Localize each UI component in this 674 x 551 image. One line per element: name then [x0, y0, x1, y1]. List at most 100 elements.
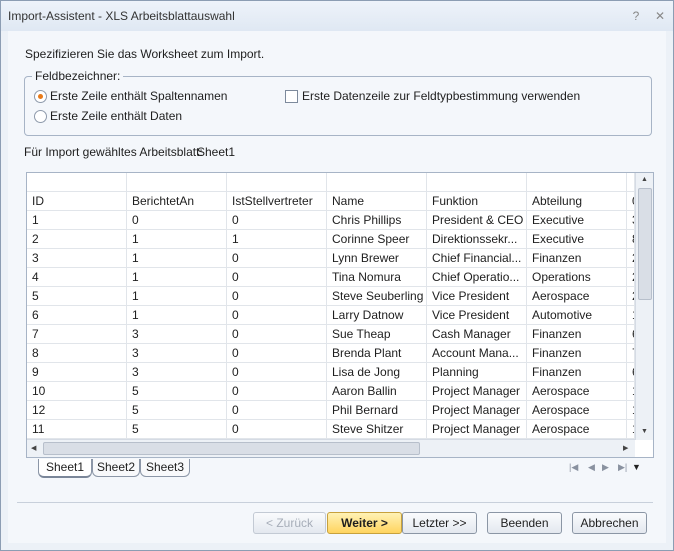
previous-sheet-icon[interactable]: ◀	[588, 462, 595, 473]
tab-sheet2[interactable]: Sheet2	[92, 459, 140, 477]
grid-cell: President & CEO	[427, 211, 527, 230]
column-header: Abteilung	[527, 192, 627, 211]
table-row[interactable]: 5 1 0 Steve Seuberling Vice President Aerospa…	[27, 287, 635, 306]
grid-cell: 1	[127, 230, 227, 249]
back-button[interactable]: < Zurück	[253, 512, 326, 534]
grid-cell: 6	[627, 325, 635, 344]
grid-cell: 0	[227, 325, 327, 344]
grid-cell: Steve Shitzer	[327, 420, 427, 439]
grid-cell: Cash Manager	[427, 325, 527, 344]
radio-first-row-data[interactable]	[34, 110, 47, 123]
table-row[interactable]: 12 5 0 Phil Bernard Project Manager Aerospace…	[27, 401, 635, 420]
grid-cell: 8	[627, 230, 635, 249]
radio-first-row-headers-label[interactable]: Erste Zeile enthält Spaltennamen	[50, 89, 227, 103]
grid-cell	[227, 173, 327, 192]
grid-cell: Planning	[427, 363, 527, 382]
grid-cell: Sue Theap	[327, 325, 427, 344]
grid-cell: 0	[227, 382, 327, 401]
next-button[interactable]: Weiter >	[327, 512, 402, 534]
field-names-group	[24, 76, 652, 136]
grid-cell: 0	[127, 211, 227, 230]
grid-cell: 4	[27, 268, 127, 287]
grid-cell: Chief Financial...	[427, 249, 527, 268]
column-header: ID	[27, 192, 127, 211]
grid-cell: 9	[27, 363, 127, 382]
scroll-right-icon[interactable]: ▶	[623, 444, 628, 452]
grid-cell: Executive	[527, 230, 627, 249]
close-icon[interactable]: ✕	[652, 8, 668, 24]
grid-cell: 0	[227, 268, 327, 287]
grid-cell: 1	[627, 306, 635, 325]
grid-cell: Chris Phillips	[327, 211, 427, 230]
grid-cell	[327, 173, 427, 192]
table-row[interactable]: 2 1 1 Corinne Speer Direktionssekr... Executi…	[27, 230, 635, 249]
grid-cell: 3	[127, 325, 227, 344]
table-row[interactable]: 3 1 0 Lynn Brewer Chief Financial... Finanzen…	[27, 249, 635, 268]
table-row[interactable]: 4 1 0 Tina Nomura Chief Operatio... Operation…	[27, 268, 635, 287]
grid-cell: Larry Datnow	[327, 306, 427, 325]
grid-cell: Lisa de Jong	[327, 363, 427, 382]
table-row[interactable]: 610Larry DatnowVice PresidentAutomotive1	[27, 306, 635, 325]
grid-cell: Aaron Ballin	[327, 382, 427, 401]
tab-sheet3[interactable]: Sheet3	[140, 459, 190, 477]
scroll-left-icon[interactable]: ◀	[31, 444, 36, 452]
grid-cell: Finanzen	[527, 325, 627, 344]
sheet-list-icon[interactable]: ▼	[632, 462, 641, 472]
horizontal-scroll-thumb[interactable]	[43, 442, 420, 455]
radio-first-row-headers[interactable]	[34, 90, 47, 103]
grid-cell: 0	[227, 344, 327, 363]
help-icon[interactable]: ?	[628, 8, 644, 24]
grid-cell	[427, 173, 527, 192]
grid-cell: 2	[627, 268, 635, 287]
next-sheet-icon[interactable]: ▶	[602, 462, 609, 473]
horizontal-scrollbar[interactable]: ◀ ▶	[27, 439, 635, 457]
checkbox-type-detection[interactable]	[285, 90, 298, 103]
table-row[interactable]: 830Brenda PlantAccount Mana...Finanzen7	[27, 344, 635, 363]
tab-sheet1[interactable]: Sheet1	[38, 459, 92, 478]
grid-cell: 8	[27, 344, 127, 363]
grid-cell: 0	[227, 363, 327, 382]
radio-first-row-data-label[interactable]: Erste Zeile enthält Daten	[50, 109, 182, 123]
grid-cell: Finanzen	[527, 344, 627, 363]
vertical-scroll-thumb[interactable]	[638, 188, 652, 300]
grid-cell: 1	[127, 268, 227, 287]
group-legend: Feldbezeichner:	[32, 69, 124, 83]
grid-cell: Project Manager	[427, 420, 527, 439]
grid-cell: Phil Bernard	[327, 401, 427, 420]
grid-cell: Finanzen	[527, 249, 627, 268]
first-sheet-icon[interactable]: |◀	[569, 462, 578, 473]
column-header: IstStellvertreter	[227, 192, 327, 211]
grid-cell	[627, 173, 635, 192]
table-row[interactable]: 1 0 0 Chris Phillips President & CEO Executiv…	[27, 211, 635, 230]
table-row[interactable]: 11 5 0 Steve Shitzer Project Manager Aerospac…	[27, 420, 635, 439]
table-row[interactable]: 730Sue TheapCash ManagerFinanzen6	[27, 325, 635, 344]
grid-cell: Project Manager	[427, 382, 527, 401]
grid-cell: 5	[127, 401, 227, 420]
data-preview-grid[interactable]: ID BerichtetAn IstStellvertreter Name Funkti…	[26, 172, 654, 458]
table-row[interactable]: 10 5 0 Aaron Ballin Project Manager Aerospace…	[27, 382, 635, 401]
grid-cell: 2	[627, 249, 635, 268]
vertical-scrollbar[interactable]: ▲ ▼	[635, 173, 653, 440]
grid-header-row[interactable]: ID BerichtetAn IstStellvertreter Name Funkti…	[27, 192, 635, 211]
scroll-down-icon[interactable]: ▼	[641, 428, 648, 435]
scroll-up-icon[interactable]: ▲	[641, 176, 648, 183]
grid-cell: 2	[627, 287, 635, 306]
finish-button[interactable]: Beenden	[487, 512, 562, 534]
grid-cell: 11	[27, 420, 127, 439]
grid-cell	[27, 173, 127, 192]
window-title: Import-Assistent - XLS Arbeitsblattauswa…	[8, 9, 235, 23]
table-row[interactable]: 930Lisa de JongPlanningFinanzen6	[27, 363, 635, 382]
grid-cell: Automotive	[527, 306, 627, 325]
last-sheet-icon[interactable]: ▶|	[618, 462, 627, 473]
grid-cell: Executive	[527, 211, 627, 230]
import-wizard-window: Import-Assistent - XLS Arbeitsblattauswa…	[0, 0, 674, 551]
grid-cell: 5	[127, 420, 227, 439]
last-button[interactable]: Letzter >>	[402, 512, 477, 534]
grid-cell: 7	[627, 344, 635, 363]
checkbox-type-detection-label[interactable]: Erste Datenzeile zur Feldtypbestimmung v…	[302, 89, 580, 103]
column-header: Funktion	[427, 192, 527, 211]
column-header: Name	[327, 192, 427, 211]
grid-cell: 6	[627, 363, 635, 382]
cancel-button[interactable]: Abbrechen	[572, 512, 647, 534]
grid-cell: Tina Nomura	[327, 268, 427, 287]
